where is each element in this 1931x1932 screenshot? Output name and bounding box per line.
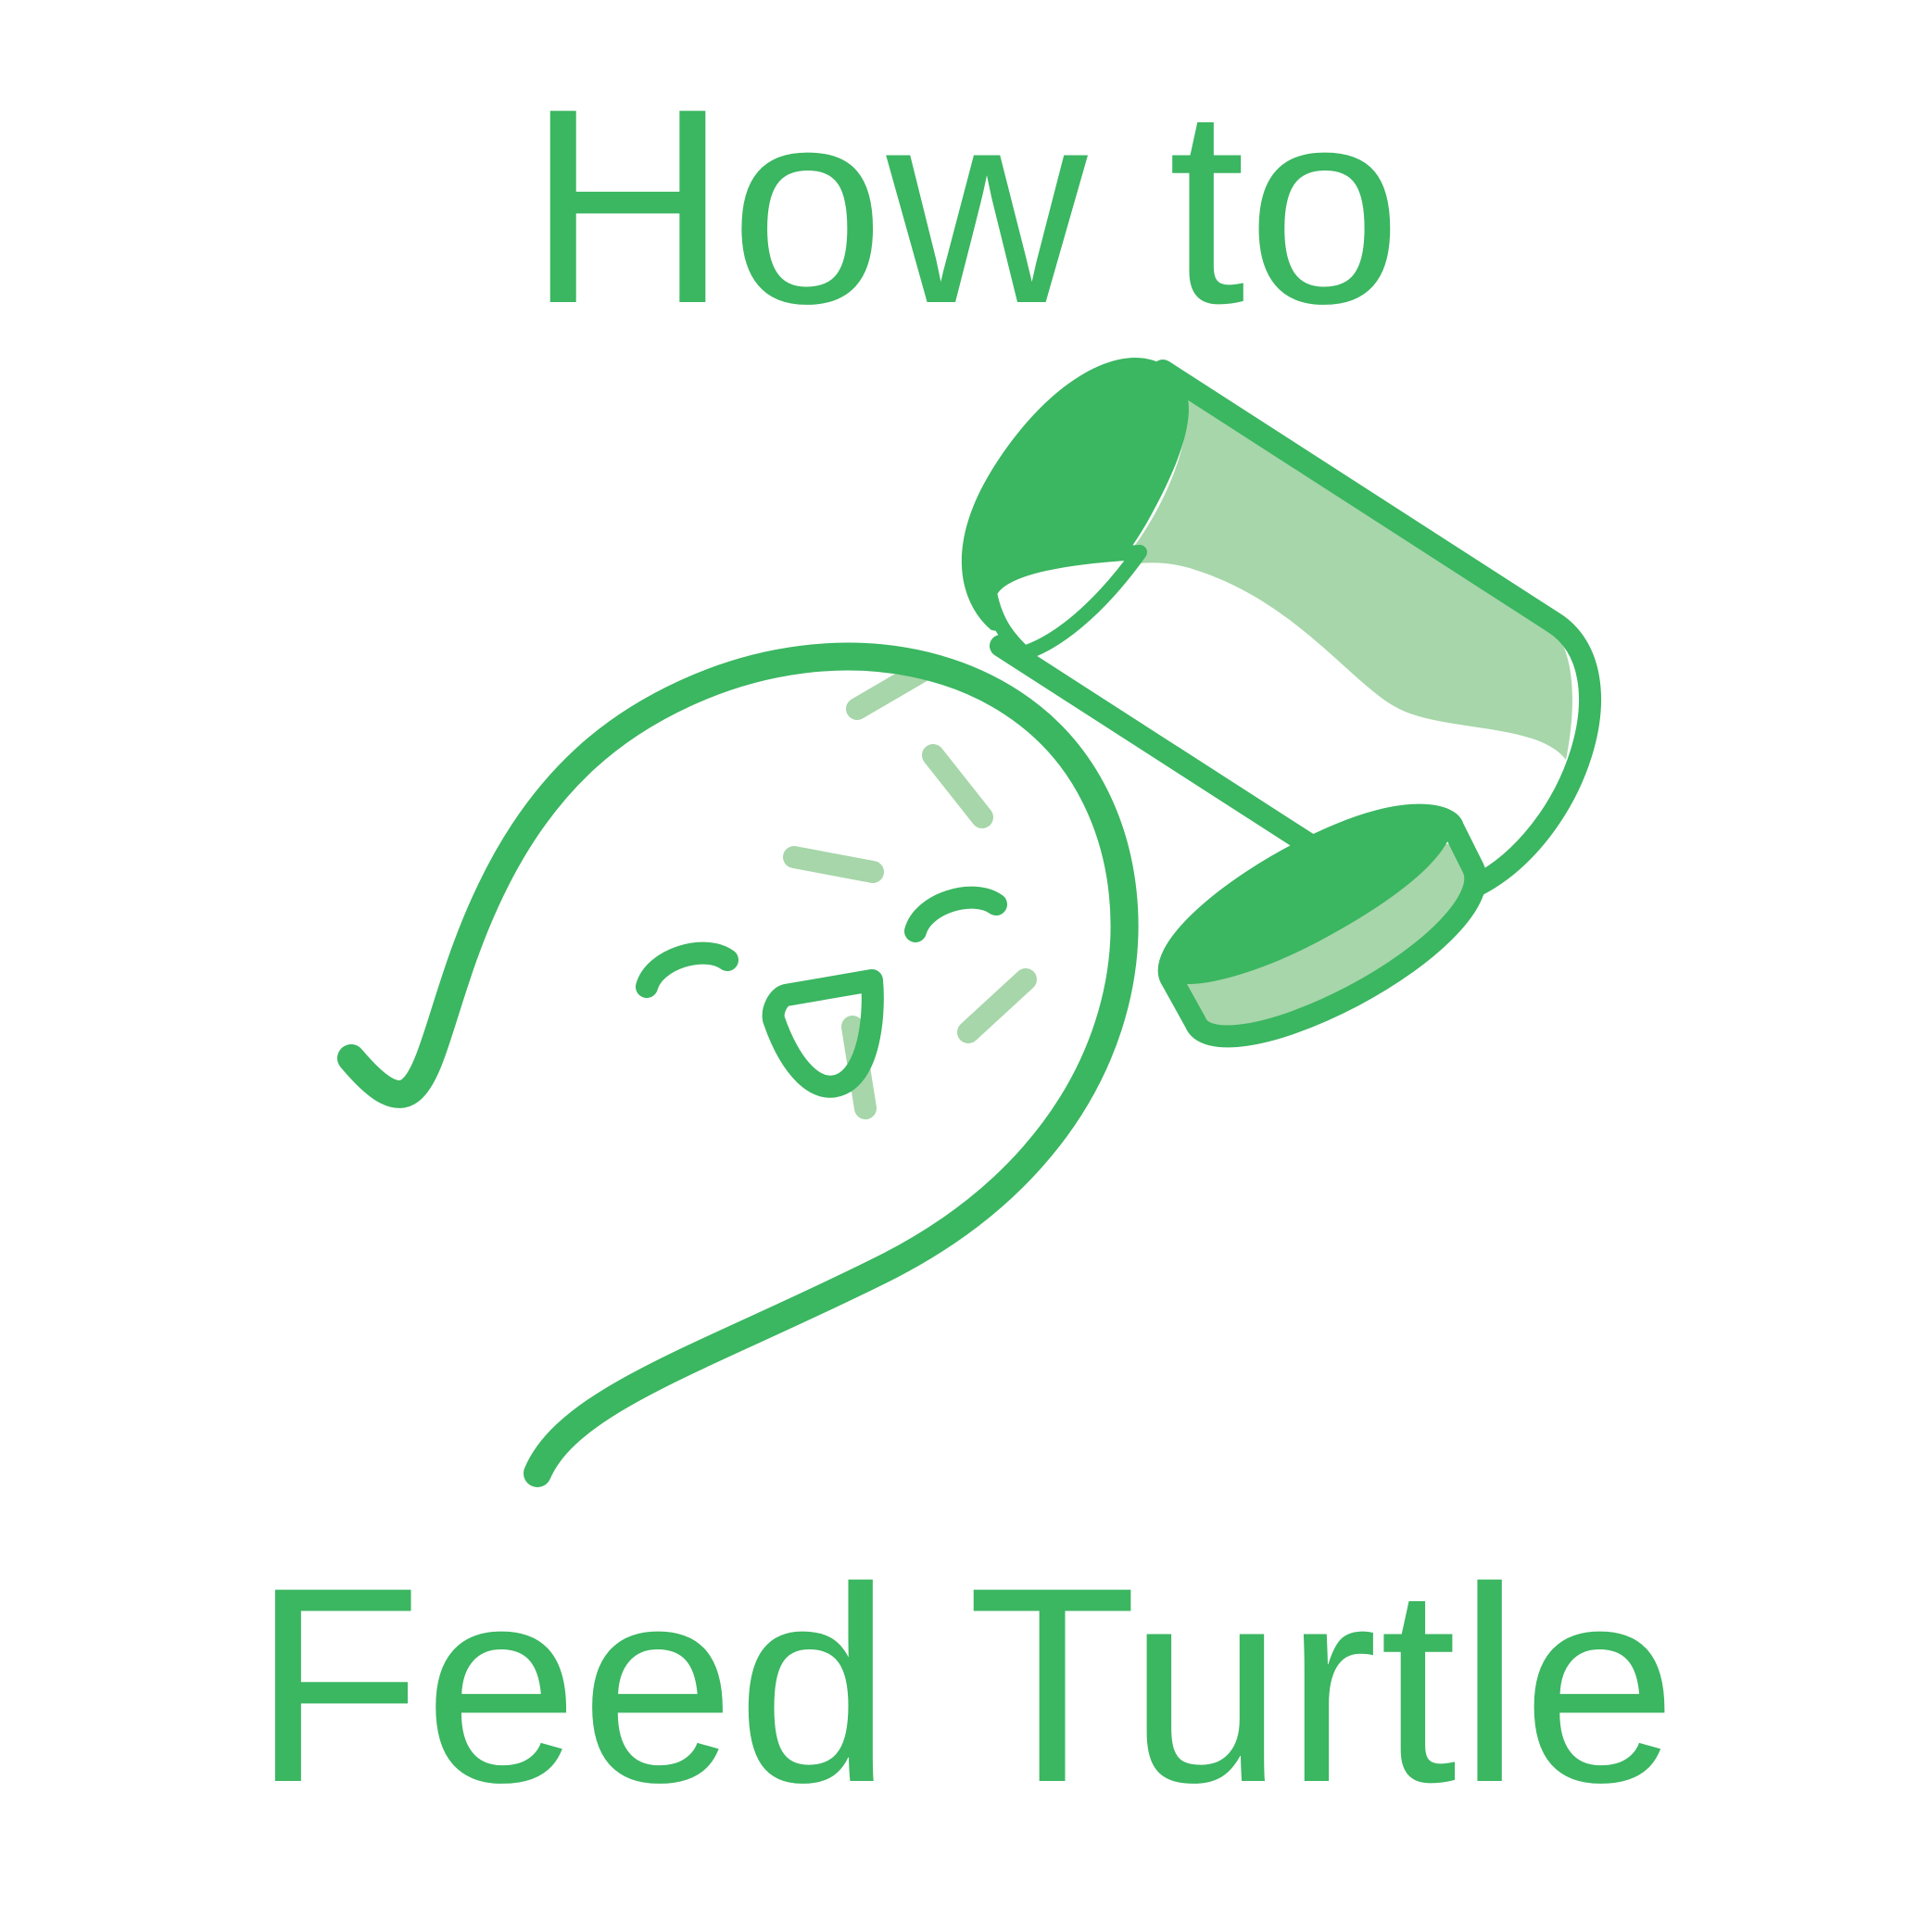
turtle-icon xyxy=(337,642,1139,1487)
turtle-eye-right xyxy=(904,886,1007,942)
food-can-icon xyxy=(961,357,1601,1048)
pellet-3 xyxy=(783,846,884,883)
turtle-outline xyxy=(337,642,1139,1487)
title-line-2: Feed Turtle xyxy=(252,1529,1679,1840)
can-opening xyxy=(982,545,1147,661)
food-pellets xyxy=(783,659,1037,1119)
turtle-eye-left xyxy=(636,941,738,998)
pellet-2 xyxy=(922,744,993,828)
can-interior-fill xyxy=(1121,389,1572,760)
pellet-4 xyxy=(957,968,1037,1043)
